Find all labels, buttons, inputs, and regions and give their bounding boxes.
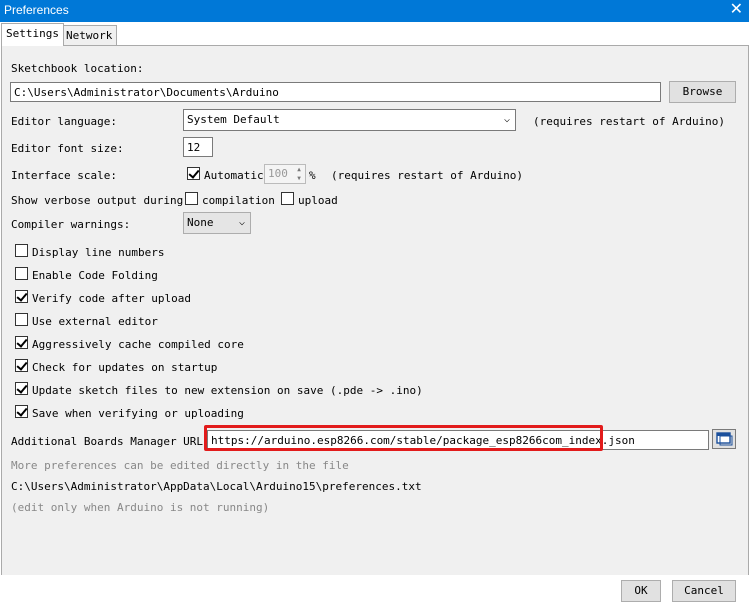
external-editor-checkbox[interactable] — [15, 313, 28, 326]
compiler-warnings-value: None — [187, 216, 214, 229]
verbose-output-label: Show verbose output during: — [11, 194, 190, 207]
close-icon[interactable]: ✕ — [730, 1, 743, 19]
editor-language-label: Editor language: — [11, 115, 117, 128]
chevron-down-icon: ⌵ — [503, 114, 510, 125]
option-label: Save when verifying or uploading — [32, 407, 244, 420]
save-on-verify-checkbox[interactable] — [15, 405, 28, 418]
button-bar: OK Cancel — [0, 575, 749, 602]
tab-network[interactable]: Network — [61, 25, 118, 45]
option-label: Enable Code Folding — [32, 269, 158, 282]
stepper-arrows-icon[interactable]: ▲ ▼ — [293, 165, 305, 183]
check-updates-checkbox[interactable] — [15, 359, 28, 372]
title-bar: Preferences ✕ — [0, 0, 749, 22]
tab-strip: Settings Network — [0, 22, 749, 46]
scale-unit: % — [309, 169, 316, 182]
font-size-input[interactable]: 12 — [183, 137, 213, 157]
font-size-label: Editor font size: — [11, 142, 124, 155]
window-title: Preferences — [4, 3, 69, 17]
language-restart-note: (requires restart of Arduino) — [533, 115, 726, 128]
code-folding-checkbox[interactable] — [15, 267, 28, 280]
chevron-down-icon: ⌵ — [238, 217, 245, 228]
cache-core-checkbox[interactable] — [15, 336, 28, 349]
more-prefs-note: More preferences can be edited directly … — [11, 459, 349, 472]
tab-settings[interactable]: Settings — [1, 23, 64, 46]
ok-button[interactable]: OK — [621, 580, 661, 602]
sketchbook-label: Sketchbook location: — [11, 62, 144, 75]
upload-checkbox[interactable] — [281, 192, 294, 205]
edit-urls-button[interactable] — [712, 429, 736, 449]
option-label: Use external editor — [32, 315, 158, 328]
option-label: Check for updates on startup — [32, 361, 218, 374]
prefs-file-path: C:\Users\Administrator\AppData\Local\Ard… — [11, 480, 422, 493]
compilation-checkbox[interactable] — [185, 192, 198, 205]
editor-language-value: System Default — [187, 113, 280, 126]
cancel-button[interactable]: Cancel — [672, 580, 736, 602]
scale-stepper[interactable]: 100 ▲ ▼ — [264, 164, 306, 184]
upload-label: upload — [298, 194, 338, 207]
interface-scale-label: Interface scale: — [11, 169, 117, 182]
compilation-label: compilation — [202, 194, 275, 207]
option-label: Update sketch files to new extension on … — [32, 384, 423, 397]
scale-restart-note: (requires restart of Arduino) — [331, 169, 524, 182]
window-icon — [716, 432, 733, 446]
option-label: Verify code after upload — [32, 292, 191, 305]
verify-after-upload-checkbox[interactable] — [15, 290, 28, 303]
editor-language-select[interactable]: System Default ⌵ — [183, 109, 516, 131]
highlight-box — [204, 425, 603, 451]
browse-button[interactable]: Browse — [669, 81, 736, 103]
automatic-scale-label: Automatic — [204, 169, 264, 182]
compiler-warnings-select[interactable]: None ⌵ — [183, 212, 251, 234]
sketchbook-path-input[interactable]: C:\Users\Administrator\Documents\Arduino — [10, 82, 661, 102]
scale-value: 100 — [268, 167, 288, 180]
update-extension-checkbox[interactable] — [15, 382, 28, 395]
edit-note: (edit only when Arduino is not running) — [11, 501, 270, 514]
display-line-numbers-checkbox[interactable] — [15, 244, 28, 257]
boards-urls-label: Additional Boards Manager URLs: — [11, 435, 217, 448]
option-label: Aggressively cache compiled core — [32, 338, 244, 351]
automatic-scale-checkbox[interactable] — [187, 167, 200, 180]
compiler-warnings-label: Compiler warnings: — [11, 218, 131, 231]
option-label: Display line numbers — [32, 246, 165, 259]
settings-panel: Sketchbook location: C:\Users\Administra… — [1, 45, 749, 576]
